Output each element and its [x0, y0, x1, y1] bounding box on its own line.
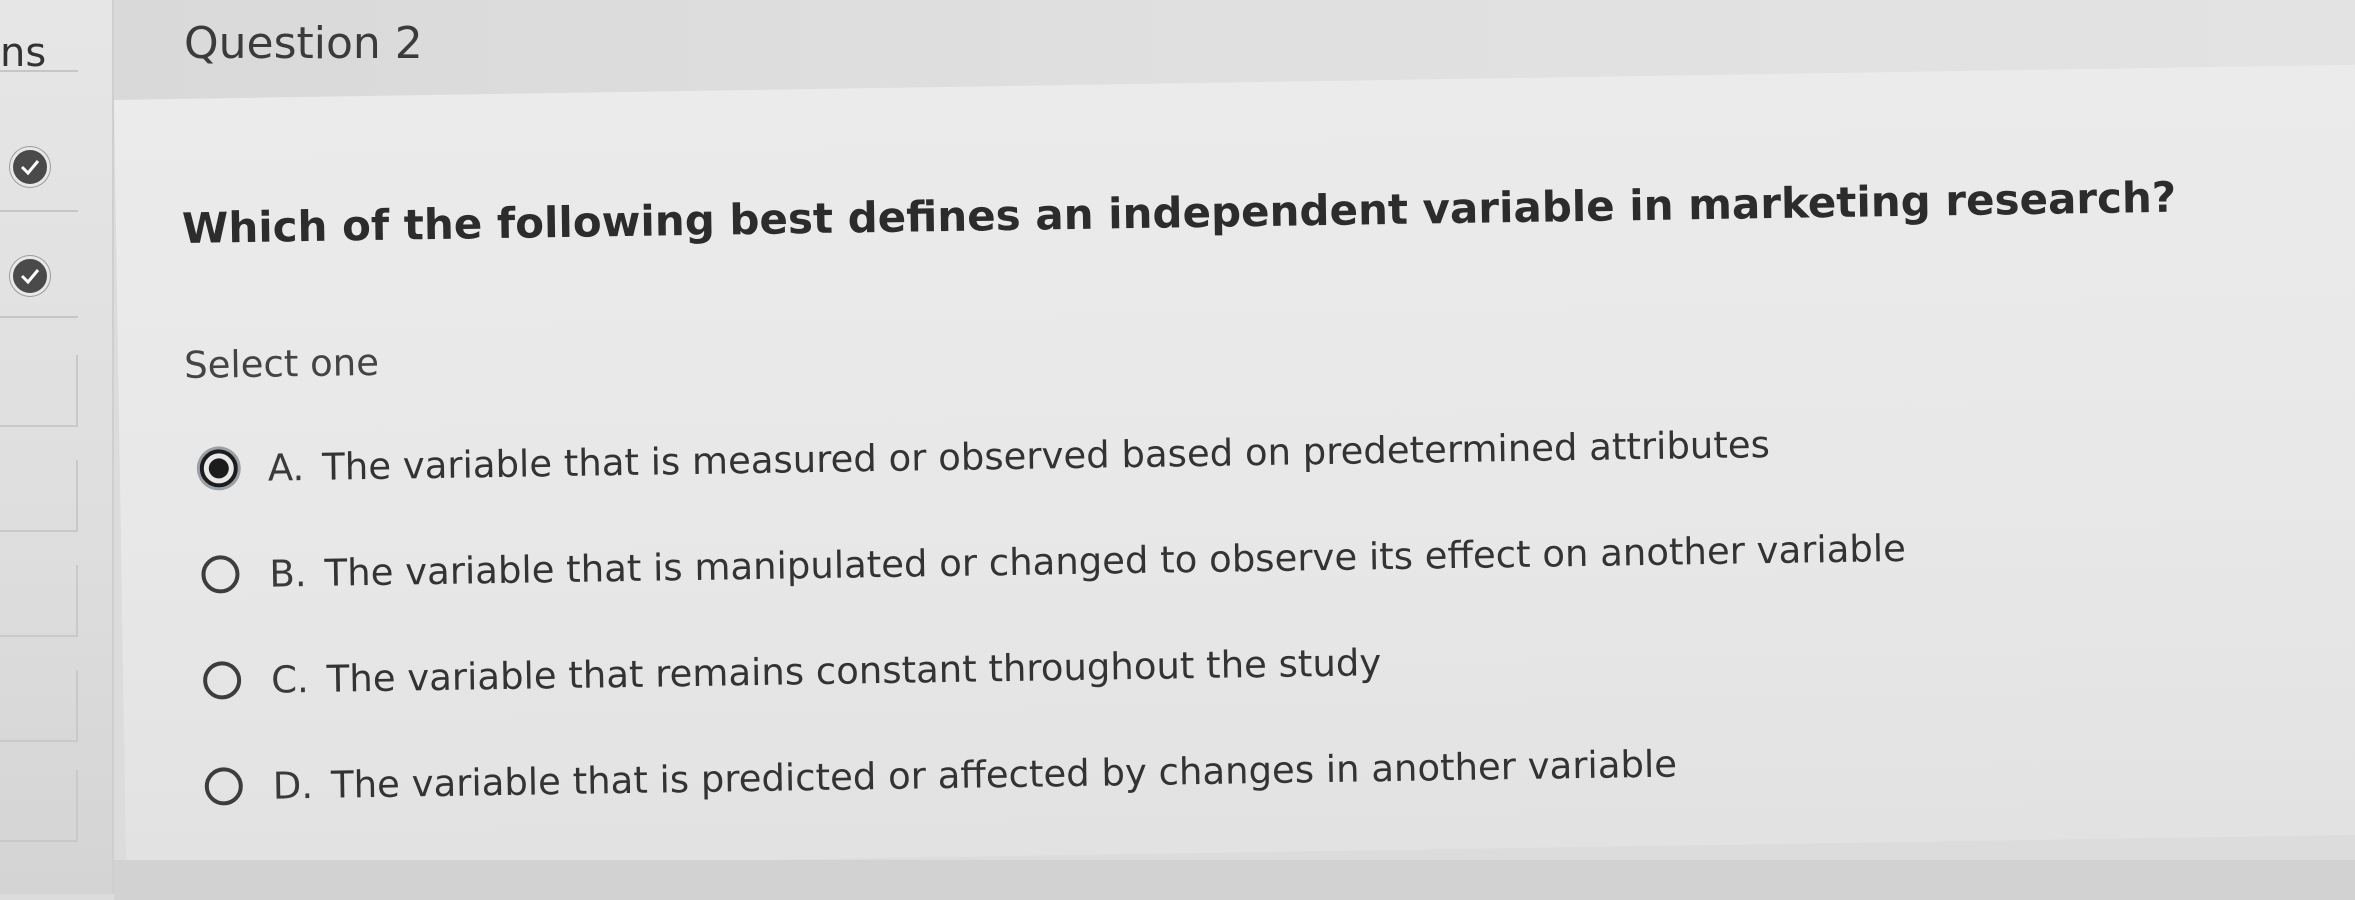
select-prompt: Select one	[183, 340, 380, 387]
option-text: The variable that is predicted or affect…	[330, 742, 1678, 807]
sidebar-divider	[0, 210, 78, 212]
sidebar-divider	[0, 316, 78, 318]
option-text: The variable that remains constant throu…	[326, 640, 1382, 701]
option-b[interactable]: B. The variable that is manipulated or c…	[201, 518, 1906, 605]
bottom-edge	[114, 860, 2355, 900]
question-text: Which of the following best defines an i…	[181, 172, 2177, 253]
option-d[interactable]: D. The variable that is predicted or aff…	[204, 734, 1677, 817]
radio-button[interactable]	[202, 661, 242, 700]
option-letter: B.	[269, 551, 307, 596]
radio-button[interactable]	[201, 555, 240, 594]
option-a[interactable]: A. The variable that is measured or obse…	[199, 414, 1770, 499]
option-letter: A.	[267, 445, 305, 490]
question-nav-sidebar: ns	[0, 0, 114, 894]
question-nav-slot[interactable]	[0, 460, 78, 532]
question-nav-slot[interactable]	[0, 565, 78, 637]
option-text: The variable that is measured or observe…	[321, 422, 1771, 489]
check-circle-icon[interactable]	[10, 147, 50, 187]
option-c[interactable]: C. The variable that remains constant th…	[202, 632, 1382, 710]
check-circle-icon[interactable]	[10, 256, 50, 296]
question-card: Which of the following best defines an i…	[114, 64, 2355, 870]
radio-button-selected[interactable]	[199, 449, 239, 488]
radio-button[interactable]	[204, 767, 244, 806]
option-letter: C.	[270, 657, 310, 702]
question-nav-slot[interactable]	[0, 770, 78, 842]
option-text: The variable that is manipulated or chan…	[324, 526, 1907, 595]
question-nav-slot[interactable]	[0, 355, 78, 427]
question-nav-slot[interactable]	[0, 670, 78, 742]
question-number: Question 2	[184, 18, 423, 69]
option-letter: D.	[272, 763, 314, 808]
sidebar-divider	[0, 70, 78, 72]
